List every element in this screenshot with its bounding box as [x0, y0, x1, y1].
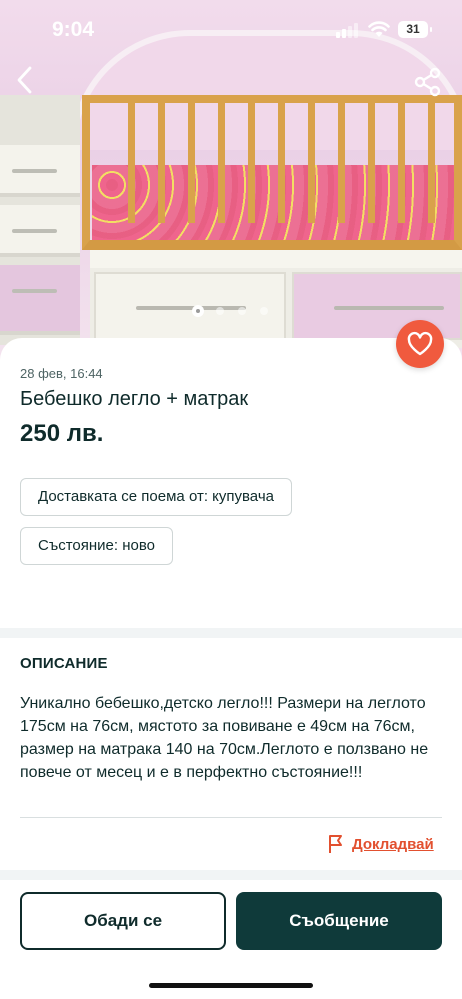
- photo-crib-bar: [218, 103, 225, 223]
- battery-icon: 31: [398, 21, 432, 38]
- gallery-dot[interactable]: [260, 307, 268, 315]
- home-indicator[interactable]: [149, 983, 313, 988]
- section-divider: [0, 870, 462, 880]
- gallery-dot[interactable]: [216, 307, 224, 315]
- cellular-signal-icon: [336, 22, 362, 38]
- condition-chip: Състояние: ново: [20, 527, 173, 565]
- gallery-pagination[interactable]: [0, 304, 462, 318]
- section-divider: [0, 628, 462, 638]
- photo-drawer: [0, 265, 80, 335]
- photo-crib-bar: [128, 103, 135, 223]
- photo-crib-bar: [428, 103, 435, 223]
- delivery-chip: Доставката се поема от: купувача: [20, 478, 292, 516]
- photo-drawer: [0, 145, 80, 197]
- listing-title: Бебешко легло + матрак: [20, 388, 249, 410]
- status-bar: 9:04 31: [0, 0, 462, 60]
- photo-crib-bar: [278, 103, 285, 223]
- listing-price: 250 лв.: [20, 420, 104, 447]
- photo-crib-bar: [188, 103, 195, 223]
- chevron-left-icon[interactable]: [8, 62, 44, 98]
- gallery-dot-active[interactable]: [192, 305, 204, 317]
- report-label: Докладвай: [352, 835, 434, 853]
- status-time: 9:04: [52, 18, 95, 41]
- favorite-button[interactable]: [396, 320, 444, 368]
- flag-icon: [329, 835, 342, 853]
- photo-crib-bar: [158, 103, 165, 223]
- photo-crib: [82, 95, 462, 250]
- description-heading: ОПИСАНИЕ: [20, 655, 108, 672]
- divider: [20, 817, 442, 818]
- photo-crib-base: [90, 250, 462, 270]
- message-button[interactable]: Съобщение: [236, 892, 442, 950]
- photo-drawer: [0, 205, 80, 257]
- photo-crib-bar: [338, 103, 345, 223]
- gallery-dot[interactable]: [238, 307, 246, 315]
- report-link[interactable]: Докладвай: [328, 832, 434, 856]
- wifi-icon: [368, 21, 390, 37]
- listing-date: 28 фев, 16:44: [20, 366, 103, 381]
- photo-crib-bar: [308, 103, 315, 223]
- photo-crib-bar: [368, 103, 375, 223]
- photo-crib-bar: [248, 103, 255, 223]
- heart-icon: [407, 331, 433, 356]
- call-button[interactable]: Обади се: [20, 892, 226, 950]
- description-text: Уникално бебешко,детско легло!!! Размери…: [20, 695, 429, 781]
- share-icon[interactable]: [410, 64, 446, 100]
- photo-crib-bar: [398, 103, 405, 223]
